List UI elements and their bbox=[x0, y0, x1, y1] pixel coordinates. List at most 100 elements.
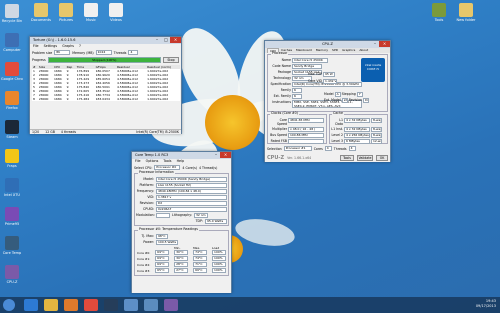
problem-size-field[interactable]: 8K bbox=[54, 50, 71, 55]
minimize-button[interactable]: – bbox=[212, 152, 220, 158]
ok-button[interactable]: OK bbox=[376, 155, 388, 161]
processor-group-title: Processor bbox=[271, 51, 289, 55]
tjmax-field: 98°C bbox=[156, 234, 168, 239]
cache-size: 4 x 32 KBytes bbox=[344, 118, 370, 123]
cell-value: 100% bbox=[212, 250, 227, 255]
cores-count: 4 Core(s) bbox=[182, 165, 197, 170]
close-button[interactable]: × bbox=[170, 37, 181, 43]
clock-date[interactable]: 09/17/2013 bbox=[476, 304, 496, 309]
core-vid-label: Core VID bbox=[308, 79, 322, 83]
status-threads: 4 threads bbox=[60, 130, 77, 134]
desktop-icon-label: New folder bbox=[456, 18, 476, 22]
desktop-icon[interactable]: Videos bbox=[105, 3, 127, 22]
desktop-icon-label: Pictures bbox=[59, 18, 73, 22]
explorer-icon[interactable] bbox=[44, 299, 58, 311]
desktop-icon[interactable]: Tools bbox=[428, 3, 450, 22]
clock-label: Core Speed bbox=[277, 118, 287, 126]
menu-help[interactable]: Help bbox=[177, 159, 185, 163]
cache-size: 6 MBytes bbox=[344, 139, 370, 144]
threads-field[interactable]: 4 bbox=[128, 50, 139, 55]
desktop-icon[interactable]: Core Temp bbox=[1, 236, 23, 255]
table-cell: 27°C bbox=[173, 268, 192, 274]
desktop-icon[interactable]: Pictures bbox=[55, 3, 77, 22]
status-memory: 12 GB bbox=[45, 130, 55, 134]
close-button[interactable]: × bbox=[220, 152, 231, 158]
cell-value: 74°C bbox=[193, 250, 208, 255]
table-cell: 65°C bbox=[154, 268, 173, 274]
selection-dropdown[interactable]: Processor #1 bbox=[283, 146, 312, 151]
validate-button[interactable]: Validate bbox=[357, 155, 373, 161]
status-cpu: Intel(R) Core(TM) i5-2500K bbox=[136, 130, 179, 134]
maximize-button[interactable]: □ bbox=[162, 37, 170, 43]
desktop-icon[interactable]: New folder bbox=[455, 3, 477, 22]
ie-icon[interactable] bbox=[24, 299, 38, 311]
modulation-label: Modulation: bbox=[136, 213, 155, 217]
table-cell: 100% bbox=[211, 268, 230, 274]
model-label: Model bbox=[324, 92, 334, 96]
cell-value: 71°C bbox=[193, 262, 208, 267]
cpuz-titlebar[interactable]: CPU-Z – × bbox=[265, 41, 390, 48]
table-cell: 183.0434 bbox=[95, 97, 110, 101]
prime95-icon[interactable] bbox=[124, 299, 138, 311]
close-button[interactable]: × bbox=[379, 41, 390, 47]
menu-tools[interactable]: Tools bbox=[163, 159, 171, 163]
media-icon[interactable] bbox=[64, 299, 78, 311]
cell-value: Core #2: bbox=[137, 263, 151, 267]
menu-file[interactable]: File bbox=[135, 159, 141, 163]
table-cell: 175.484 bbox=[76, 97, 90, 101]
clock-value: 100.86 MHz bbox=[288, 133, 324, 138]
taskbar: 19:43 09/17/2013 bbox=[0, 297, 500, 313]
cache-label: Level 3 bbox=[331, 139, 343, 143]
field-value: 6 bbox=[292, 94, 302, 99]
minimize-button[interactable]: – bbox=[153, 37, 161, 43]
power-field: 100.5 Watts bbox=[156, 240, 178, 245]
desktop-icon-label: Fraps bbox=[7, 164, 17, 168]
desktop-icon-label: Core Temp bbox=[2, 251, 22, 255]
memory-field[interactable]: 1024 bbox=[95, 50, 112, 55]
cpuz-icon[interactable] bbox=[164, 299, 178, 311]
desktop-icon[interactable]: Recycle Bin bbox=[1, 4, 23, 23]
minimize-button[interactable]: – bbox=[371, 41, 379, 47]
desktop-icon-label: Music bbox=[86, 18, 96, 22]
coretemp-icon[interactable] bbox=[144, 299, 158, 311]
desktop-icon[interactable]: Google Chrome bbox=[1, 62, 23, 81]
chrome-icon[interactable] bbox=[84, 299, 98, 311]
results-table: # Size CPU Rep Time GFlops Residual Residual (n… bbox=[32, 65, 180, 101]
cores-label: Cores bbox=[313, 146, 323, 151]
menu-help[interactable]: ? bbox=[79, 44, 81, 48]
field-label: Family bbox=[280, 88, 291, 92]
menu-options[interactable]: Options bbox=[146, 159, 159, 163]
desktop-icon[interactable]: Firefox bbox=[1, 91, 23, 110]
prime95-titlebar[interactable]: Torture (G:\) - 1.6.0.15.6 – □ × bbox=[30, 37, 181, 44]
field-label: Specification bbox=[270, 82, 291, 86]
lithography-label: Lithography: bbox=[172, 213, 192, 217]
clock-label: Rated FSB bbox=[270, 139, 287, 143]
cache-group: Cache L1 Data 4 x 32 KBytes 8-way L1 Inst. 4… bbox=[329, 111, 388, 144]
field-label: Instructions bbox=[272, 100, 291, 104]
menu-file[interactable]: File bbox=[33, 44, 39, 48]
desktop-icon[interactable]: Music bbox=[80, 3, 102, 22]
start-icon[interactable] bbox=[3, 299, 15, 311]
prime95-window[interactable]: Torture (G:\) - 1.6.0.15.6 – □ × File Se… bbox=[29, 36, 182, 134]
cell-value: 65°C bbox=[155, 268, 170, 273]
desktop-icon[interactable]: Prime95 bbox=[1, 207, 23, 226]
menu-graphs[interactable]: Graphs bbox=[62, 44, 74, 48]
info-value: 4840.18MHz (100.84 x 48.0) bbox=[156, 189, 227, 194]
desktop-icon[interactable]: Steam bbox=[1, 120, 23, 139]
coretemp-window[interactable]: Core Temp 1.0 RC3 – × File Options Tools… bbox=[131, 151, 232, 293]
coretemp-titlebar[interactable]: Core Temp 1.0 RC3 – × bbox=[132, 152, 231, 159]
desktop-icon[interactable]: Computer bbox=[1, 33, 23, 52]
cpuz-window[interactable]: CPU-Z – × CPU Caches Mainboard Memory SPD Gra… bbox=[264, 40, 391, 162]
problem-size-label: Problem size bbox=[32, 50, 53, 55]
info-label: Revision: bbox=[139, 201, 154, 205]
tools-button[interactable]: Tools bbox=[340, 155, 354, 161]
desktop-icon[interactable]: CPU-Z bbox=[1, 265, 23, 284]
cell-value: 100% bbox=[212, 262, 227, 267]
stop-button[interactable]: Stop bbox=[163, 57, 179, 63]
desktop-icon[interactable]: Documents bbox=[30, 3, 52, 22]
desktop-icon-label: Videos bbox=[110, 18, 122, 22]
desktop-icon[interactable]: Intel XTU bbox=[1, 178, 23, 197]
steam-icon[interactable] bbox=[104, 299, 118, 311]
menu-settings[interactable]: Settings bbox=[44, 44, 58, 48]
desktop-icon[interactable]: Fraps bbox=[1, 149, 23, 168]
